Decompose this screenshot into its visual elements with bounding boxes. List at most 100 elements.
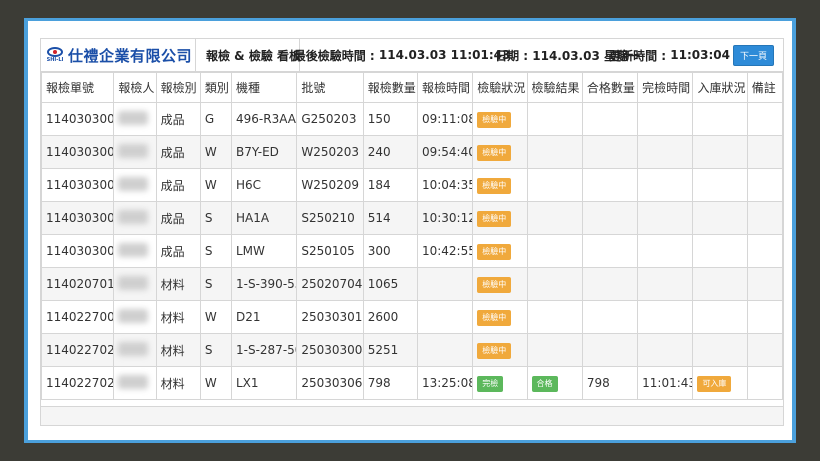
- status-cell: 檢驗中: [472, 267, 528, 301]
- inspection-table: 報檢單號 報檢人 報檢別 類別 機種 批號 報檢數量 報檢時間 檢驗狀況 檢驗結果 合格數量 完檢時間…: [40, 72, 784, 400]
- lot-cell: G250203: [296, 102, 364, 136]
- note-cell: [746, 366, 784, 400]
- time-cell: 09:54:40: [416, 135, 474, 169]
- result-cell: [526, 234, 583, 268]
- model-cell: LMW: [230, 234, 298, 268]
- column-header: 入庫狀況: [692, 72, 748, 103]
- next-page-button[interactable]: 下一頁: [732, 44, 774, 66]
- status-badge: 檢驗中: [477, 309, 512, 326]
- main-panel: SHI-LI 仕禮企業有限公司 報檢 & 檢驗 看板 最後檢驗時間 : 114.…: [28, 21, 792, 440]
- inspector-name-redacted: [113, 267, 157, 301]
- table-row[interactable]: 1140303002 成品G496-R3AAG25020315009:11:08檢…: [40, 102, 784, 136]
- time-cell: [416, 333, 474, 367]
- inspector-name-redacted: [113, 234, 157, 268]
- note-cell: [746, 234, 784, 268]
- lot-cell: 25020704: [296, 267, 364, 301]
- last-inspection-value: 114.03.03 11:01:43: [378, 48, 511, 62]
- lot-cell: W250209: [296, 168, 364, 202]
- column-header: 報檢單號: [40, 72, 115, 103]
- status-badge: 檢驗中: [477, 276, 512, 293]
- lot-cell: W250203: [296, 135, 364, 169]
- status-cell: 檢驗中: [472, 102, 528, 136]
- qty-cell: 514: [362, 201, 418, 235]
- column-header: 報檢別: [155, 72, 201, 103]
- type-cell: 成品: [155, 102, 201, 136]
- model-cell: LX1: [230, 366, 298, 400]
- inspector-name-redacted: [113, 168, 157, 202]
- status-badge: 檢驗中: [477, 210, 512, 227]
- status-cell: 檢驗中: [472, 300, 528, 334]
- pass_qty-cell: [581, 102, 639, 136]
- company-name: 仕禮企業有限公司: [68, 46, 193, 65]
- type-cell: 材料: [155, 333, 201, 367]
- cls-cell: S: [199, 234, 233, 268]
- status-badge: 檢驗中: [477, 342, 512, 359]
- date-label: 日期 :: [495, 48, 529, 63]
- redacted-blur: [118, 143, 149, 158]
- id-cell: 1140303005: [40, 201, 115, 235]
- stock-cell: [692, 267, 748, 301]
- done_time-cell: [637, 102, 694, 136]
- qty-cell: 240: [362, 135, 418, 169]
- status-badge: 檢驗中: [477, 144, 512, 161]
- inspector-name-redacted: [113, 102, 157, 136]
- table-row[interactable]: 1140303004 成品WH6CW25020918410:04:35檢驗中: [40, 168, 784, 202]
- time-cell: 09:11:08: [416, 102, 474, 136]
- id-cell: 1140227024: [40, 366, 115, 400]
- table-row[interactable]: 1140303006 成品SLMWS25010530010:42:55檢驗中: [40, 234, 784, 268]
- column-header: 批號: [296, 72, 364, 103]
- qty-cell: 150: [362, 102, 418, 136]
- pass_qty-cell: [581, 300, 639, 334]
- stock-cell: 可入庫: [692, 366, 748, 400]
- cls-cell: W: [199, 366, 233, 400]
- result-badge: 合格: [531, 375, 558, 392]
- column-header: 檢驗結果: [526, 72, 583, 103]
- type-cell: 材料: [155, 300, 201, 334]
- result-cell: [526, 135, 583, 169]
- model-cell: 1-S-390-55: [230, 267, 298, 301]
- id-cell: 1140303006: [40, 234, 115, 268]
- stock-cell: [692, 135, 748, 169]
- table-row[interactable]: 1140207014 材料S1-S-390-55250207041065 檢驗中: [40, 267, 784, 301]
- qty-cell: 798: [362, 366, 418, 400]
- model-cell: B7Y-ED: [230, 135, 298, 169]
- note-cell: [746, 300, 784, 334]
- column-header: 報檢時間: [416, 72, 474, 103]
- stock-badge: 可入庫: [697, 375, 732, 392]
- cls-cell: W: [199, 300, 233, 334]
- done_time-cell: [637, 168, 694, 202]
- redacted-blur: [118, 308, 149, 323]
- column-header: 備註: [746, 72, 784, 103]
- model-cell: 496-R3AA: [230, 102, 298, 136]
- table-row[interactable]: 1140227021 材料S1-S-287-502503030045251 檢驗中: [40, 333, 784, 367]
- status-cell: 檢驗中: [472, 333, 528, 367]
- table-row[interactable]: 1140227008 材料WD21250303012600 檢驗中: [40, 300, 784, 334]
- pass_qty-cell: [581, 168, 639, 202]
- redacted-blur: [118, 176, 149, 191]
- status-badge: 完檢: [477, 375, 504, 392]
- board-header: SHI-LI 仕禮企業有限公司 報檢 & 檢驗 看板 最後檢驗時間 : 114.…: [41, 39, 783, 72]
- time-cell: [416, 300, 474, 334]
- last-inspection-label: 最後檢驗時間 :: [293, 48, 375, 63]
- inspector-name-redacted: [113, 333, 157, 367]
- model-cell: D21: [230, 300, 298, 334]
- column-header: 檢驗狀況: [472, 72, 528, 103]
- type-cell: 成品: [155, 135, 201, 169]
- pass_qty-cell: [581, 201, 639, 235]
- company-brand: SHI-LI 仕禮企業有限公司: [41, 39, 196, 71]
- redacted-blur: [118, 242, 149, 257]
- done_time-cell: [637, 234, 694, 268]
- stock-cell: [692, 234, 748, 268]
- table-row[interactable]: 1140303003 成品WB7Y-EDW25020324009:54:40檢驗中: [40, 135, 784, 169]
- time-cell: 10:04:35: [416, 168, 474, 202]
- id-cell: 1140303002: [40, 102, 115, 136]
- table-row[interactable]: 1140303005 成品SHA1AS25021051410:30:12檢驗中: [40, 201, 784, 235]
- table-row[interactable]: 1140227024材料WLX12503030679813:25:08完檢合格7…: [40, 366, 784, 400]
- done_time-cell: [637, 267, 694, 301]
- stock-cell: [692, 102, 748, 136]
- table-footer: [41, 406, 783, 425]
- last-inspection-time: 最後檢驗時間 : 114.03.03 11:01:43: [294, 39, 511, 71]
- status-cell: 檢驗中: [472, 201, 528, 235]
- id-cell: 1140303004: [40, 168, 115, 202]
- column-header: 合格數量: [581, 72, 639, 103]
